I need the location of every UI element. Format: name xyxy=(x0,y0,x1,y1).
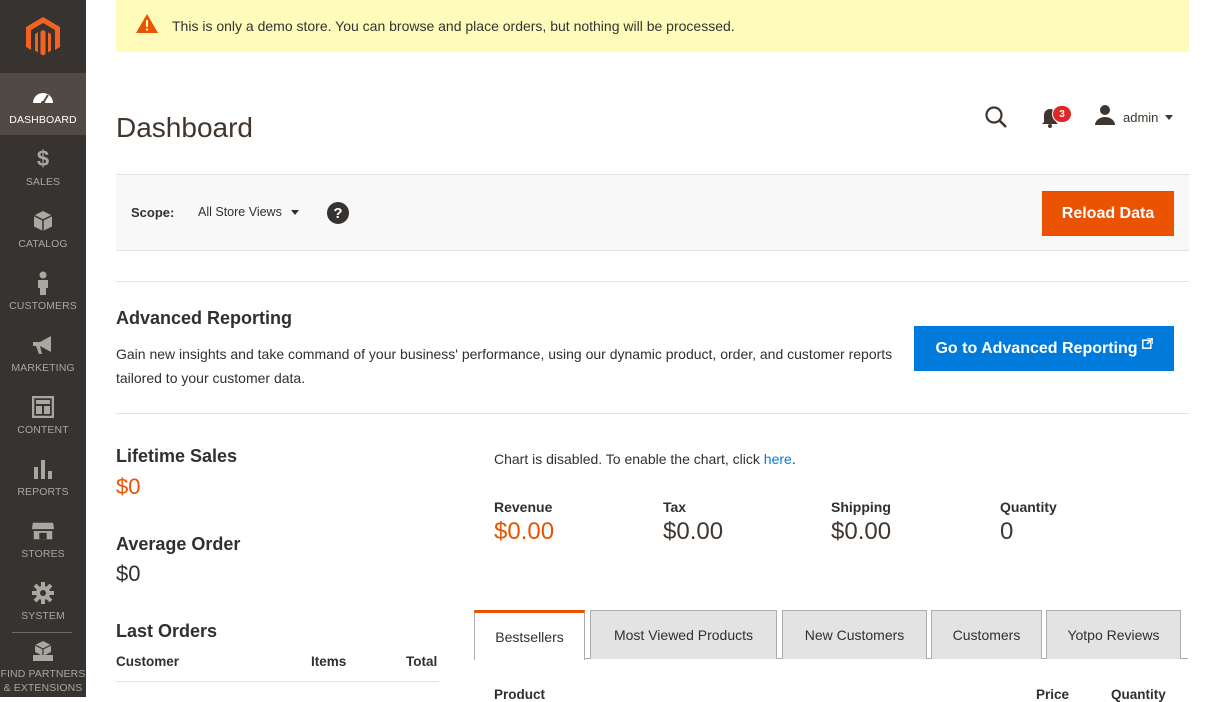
store-icon xyxy=(31,519,55,543)
person-icon xyxy=(31,271,55,295)
dollar-icon: $ xyxy=(36,146,50,171)
chevron-down-icon xyxy=(1165,114,1174,120)
store-view-switcher[interactable]: All Store Views xyxy=(198,205,299,219)
notifications-badge[interactable]: 3 xyxy=(1052,105,1072,123)
tab-new-customers[interactable]: New Customers xyxy=(782,610,927,659)
chart-disabled-message: Chart is disabled. To enable the chart, … xyxy=(494,451,796,467)
advanced-reporting-description: Gain new insights and take command of yo… xyxy=(116,346,893,386)
scope-selected: All Store Views xyxy=(198,205,282,219)
nav-content[interactable]: CONTENT xyxy=(0,383,86,445)
shipping-label: Shipping xyxy=(831,499,891,515)
average-order-label: Average Order xyxy=(116,534,241,554)
dashboard-icon xyxy=(31,85,55,109)
user-name: admin xyxy=(1123,109,1159,125)
nav-label: CUSTOMERS xyxy=(9,300,77,312)
page-title: Dashboard xyxy=(116,112,253,143)
notice-text: This is only a demo store. You can brows… xyxy=(172,18,735,34)
enable-chart-link[interactable]: here xyxy=(764,451,792,467)
column-header-product: Product xyxy=(494,687,546,702)
scope-label: Scope: xyxy=(131,205,175,220)
lifetime-sales-value: $0 xyxy=(116,474,141,499)
cubes-icon xyxy=(31,639,55,663)
admin-sidebar: DASHBOARD $ SALES CATALOG CUSTOMERS MARK… xyxy=(0,0,86,697)
last-orders-label: Last Orders xyxy=(116,621,218,641)
bar-chart-icon xyxy=(31,457,55,481)
warning-icon xyxy=(136,14,158,38)
lifetime-sales-label: Lifetime Sales xyxy=(116,446,238,466)
chart-message-suffix: . xyxy=(791,451,796,467)
chart-message-prefix: Chart is disabled. To enable the chart, … xyxy=(494,451,764,467)
advanced-reporting-title: Advanced Reporting xyxy=(116,308,293,328)
divider xyxy=(116,413,1189,414)
help-icon[interactable]: ? xyxy=(327,202,349,224)
nav-divider xyxy=(12,632,72,633)
nav-dashboard[interactable]: DASHBOARD xyxy=(0,73,86,135)
box-icon xyxy=(31,209,55,233)
chevron-down-icon xyxy=(290,209,299,215)
revenue-label: Revenue xyxy=(494,499,553,515)
scope-bar: Scope: All Store Views ? Reload Data xyxy=(116,174,1189,251)
column-header-customer: Customer xyxy=(116,654,180,669)
tax-value: $0.00 xyxy=(663,518,724,545)
nav-label: SYSTEM xyxy=(21,610,65,622)
column-header-items: Items xyxy=(311,654,347,669)
user-icon xyxy=(1094,104,1116,131)
shipping-value: $0.00 xyxy=(831,518,892,545)
search-icon[interactable] xyxy=(984,105,1008,129)
nav-label: CONTENT xyxy=(17,424,69,436)
nav-stores[interactable]: STORES xyxy=(0,507,86,569)
nav-sales[interactable]: $ SALES xyxy=(0,135,86,197)
gear-icon xyxy=(31,581,55,605)
magento-logo[interactable] xyxy=(0,0,86,73)
nav-find-partners[interactable]: FIND PARTNERS & EXTENSIONS xyxy=(0,637,86,697)
column-header-quantity: Quantity xyxy=(1111,687,1166,702)
tax-label: Tax xyxy=(663,499,687,515)
nav-label: STORES xyxy=(21,548,65,560)
button-label: Go to Advanced Reporting xyxy=(935,339,1138,357)
nav-label: MARKETING xyxy=(11,362,75,374)
quantity-label: Quantity xyxy=(1000,499,1057,515)
nav-label-line2: & EXTENSIONS xyxy=(3,682,83,694)
nav-label: CATALOG xyxy=(18,238,68,250)
tab-bestsellers[interactable]: Bestsellers xyxy=(474,610,585,660)
nav-label: DASHBOARD xyxy=(9,114,77,126)
nav-catalog[interactable]: CATALOG xyxy=(0,197,86,259)
go-to-advanced-reporting-button[interactable]: Go to Advanced Reporting xyxy=(914,326,1174,371)
admin-user-menu[interactable]: admin xyxy=(1094,104,1174,131)
tab-yotpo-reviews[interactable]: Yotpo Reviews xyxy=(1046,610,1181,659)
layout-icon xyxy=(31,395,55,419)
nav-label-line1: FIND PARTNERS xyxy=(0,668,86,680)
revenue-value: $0.00 xyxy=(494,518,555,545)
nav-label: REPORTS xyxy=(17,486,69,498)
demo-notice: This is only a demo store. You can brows… xyxy=(116,0,1189,52)
quantity-value: 0 xyxy=(1000,518,1014,545)
reload-data-button[interactable]: Reload Data xyxy=(1042,191,1174,236)
column-header-total: Total xyxy=(406,654,438,669)
external-link-icon xyxy=(1141,336,1154,354)
tab-most-viewed-products[interactable]: Most Viewed Products xyxy=(590,610,777,659)
tab-customers[interactable]: Customers xyxy=(931,610,1042,659)
megaphone-icon xyxy=(31,333,55,357)
divider xyxy=(116,281,1189,282)
nav-customers[interactable]: CUSTOMERS xyxy=(0,259,86,321)
nav-reports[interactable]: REPORTS xyxy=(0,445,86,507)
last-orders-table-header: Customer Items Total xyxy=(116,654,439,682)
column-header-price: Price xyxy=(1036,687,1070,702)
magento-logo-icon xyxy=(26,16,60,55)
nav-marketing[interactable]: MARKETING xyxy=(0,321,86,383)
nav-label: SALES xyxy=(25,176,61,188)
nav-system[interactable]: SYSTEM xyxy=(0,569,86,631)
average-order-value: $0 xyxy=(116,561,141,586)
